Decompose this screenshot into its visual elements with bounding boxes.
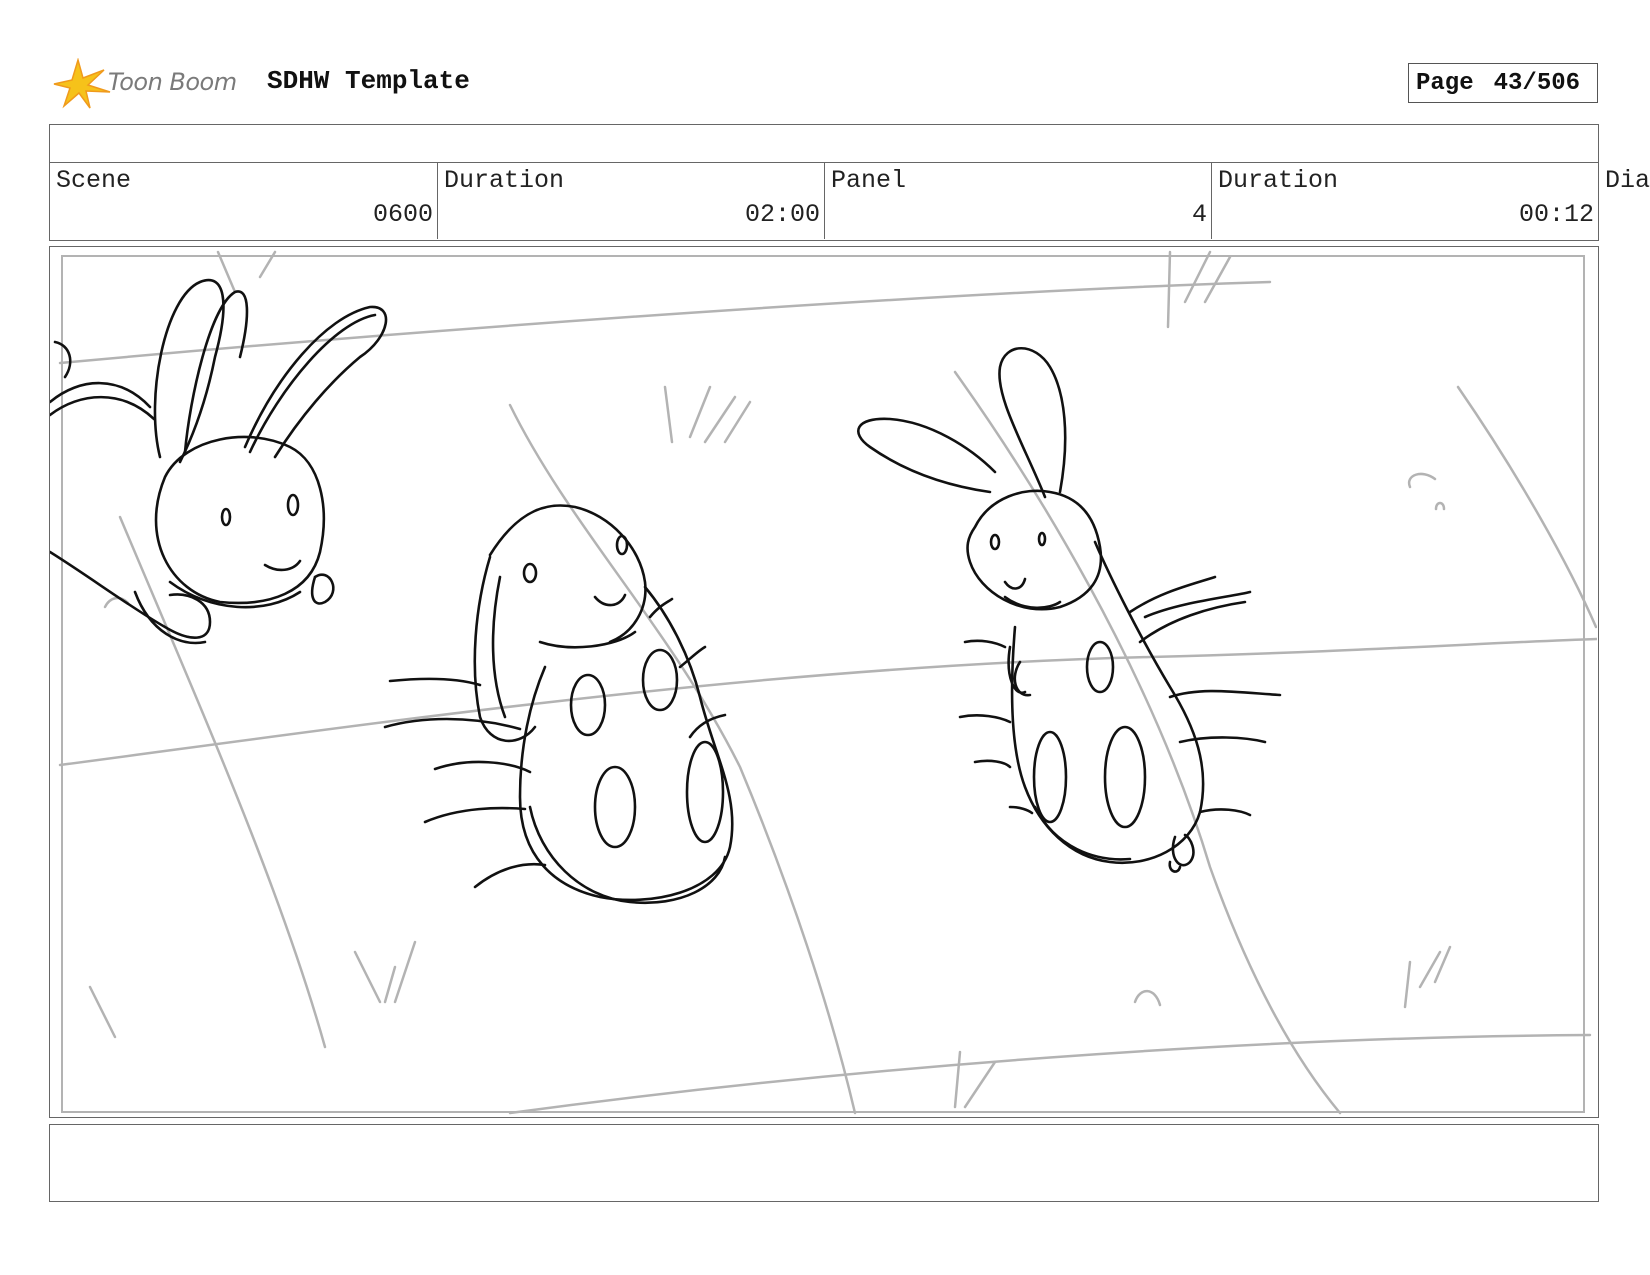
brand-name: Toon Boom [108, 68, 237, 96]
page-number: 43/506 [1493, 69, 1581, 97]
caption-box [49, 1124, 1599, 1202]
header-strip [49, 124, 1599, 163]
panel-value: 4 [1191, 200, 1207, 229]
page-indicator: Page 43/506 [1408, 63, 1598, 103]
panel-label: Panel [831, 166, 907, 195]
toon-boom-star-icon [53, 58, 111, 109]
rabbit-sketch-illustration [50, 250, 1597, 1115]
scene-duration-label: Duration [444, 166, 565, 195]
panel-duration-label: Duration [1218, 166, 1339, 195]
scene-value: 0600 [372, 200, 433, 229]
template-title: SDHW Template [267, 66, 470, 96]
panel-cell: Panel 4 [825, 162, 1212, 239]
panel-duration-value: 00:12 [1518, 200, 1594, 229]
scene-label: Scene [56, 166, 132, 195]
scene-duration-value: 02:00 [744, 200, 820, 229]
panel-duration-cell: Duration 00:12 [1212, 162, 1598, 239]
scene-duration-cell: Duration 02:00 [438, 162, 825, 239]
page-label: Page [1416, 69, 1474, 97]
scene-cell: Scene 0600 [50, 162, 438, 239]
dialog-label-truncated: Dia [1605, 166, 1650, 195]
storyboard-panel [49, 246, 1599, 1118]
panel-info-row: Scene 0600 Duration 02:00 Panel 4 Durati… [49, 162, 1599, 241]
